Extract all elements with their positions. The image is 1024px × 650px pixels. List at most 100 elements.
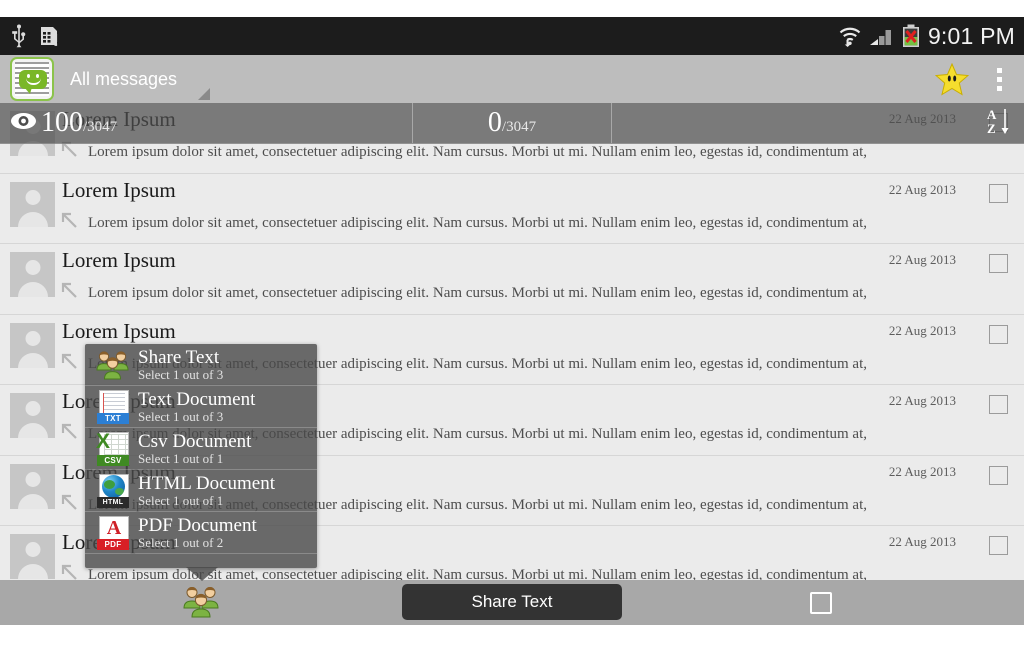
- selection-counter-bar: 100 /3047 0 /3047 A Z: [0, 103, 1024, 144]
- people-group-icon[interactable]: [182, 583, 220, 621]
- svg-text:Z: Z: [987, 121, 996, 135]
- avatar-body: [17, 211, 48, 227]
- popup-item-sublabel: Select 1 out of 3: [138, 366, 224, 382]
- message-checkbox[interactable]: [989, 183, 1008, 203]
- action-bar: All messages: [0, 55, 1024, 103]
- avatar-head: [25, 189, 40, 205]
- message-date: 22 Aug 2013: [888, 322, 956, 338]
- action-bar-title[interactable]: All messages: [70, 69, 177, 90]
- sort-az-icon[interactable]: A Z: [986, 107, 1012, 140]
- popup-menu-item[interactable]: TXT Text Document Select 1 out of 3: [85, 386, 317, 428]
- message-checkbox[interactable]: [989, 536, 1008, 555]
- selected-count-wrap: 100 /3047: [41, 109, 117, 137]
- incoming-arrow-icon: [60, 422, 80, 442]
- message-sender: Lorem Ipsum: [62, 177, 176, 202]
- counter-segment-marked[interactable]: 0 /3047: [412, 103, 612, 143]
- messages-app-icon[interactable]: [10, 57, 54, 101]
- message-date: 22 Aug 2013: [888, 393, 956, 408]
- avatar-head: [25, 260, 40, 275]
- incoming-arrow-icon: [60, 493, 80, 513]
- popup-tail-arrow: [186, 567, 218, 581]
- message-checkbox[interactable]: [989, 254, 1008, 273]
- eye-icon: [10, 112, 41, 135]
- signal-icon: [869, 26, 894, 46]
- avatar-body: [17, 282, 48, 297]
- marked-count: 0: [487, 107, 502, 138]
- incoming-arrow-icon: [60, 352, 80, 372]
- overflow-dot: [997, 85, 1002, 91]
- avatar-body: [17, 493, 48, 509]
- avatar: [10, 252, 55, 297]
- counter-segment-selected[interactable]: 100 /3047: [0, 103, 412, 143]
- counter-segment-sort[interactable]: A Z: [612, 103, 1024, 143]
- incoming-arrow-icon: [60, 281, 80, 301]
- message-date: 22 Aug 2013: [888, 463, 956, 479]
- popup-item-sublabel: Select 1 out of 2: [138, 534, 224, 550]
- message-date: 22 Aug 2013: [888, 534, 956, 549]
- avatar: [10, 534, 55, 579]
- avatar-head: [25, 330, 40, 346]
- popup-menu-item[interactable]: HTML HTML Document Select 1 out of 1: [85, 470, 317, 512]
- message-preview: Lorem ipsum dolor sit amet, consectetuer…: [88, 285, 868, 301]
- popup-item-sublabel: Select 1 out of 1: [138, 450, 224, 466]
- txt-document-icon: TXT: [93, 388, 133, 426]
- message-checkbox[interactable]: [989, 465, 1008, 485]
- message-date: 22 Aug 2013: [888, 252, 956, 267]
- star-icon[interactable]: [935, 62, 969, 96]
- popup-item-label: HTML Document: [138, 472, 276, 494]
- popup-item-label: PDF Document: [138, 514, 257, 536]
- avatar-body: [17, 423, 48, 438]
- status-bar-left-icons: [0, 24, 61, 48]
- popup-menu-item[interactable]: Share Text Select 1 out of 3: [85, 344, 317, 386]
- avatar-body: [17, 564, 48, 579]
- people-group-icon: [93, 346, 133, 384]
- popup-item-text: Csv Document Select 1 out of 1: [138, 432, 251, 466]
- message-preview: Lorem ipsum dolor sit amet, consectetuer…: [88, 214, 868, 231]
- popup-menu-item[interactable]: X CSV Csv Document Select 1 out of 1: [85, 428, 317, 470]
- message-date: 22 Aug 2013: [888, 181, 956, 197]
- popup-item-sublabel: Select 1 out of 3: [138, 408, 224, 424]
- incoming-arrow-icon: [60, 563, 80, 580]
- wifi-icon: [837, 25, 863, 47]
- share-text-button-label: Share Text: [471, 592, 553, 611]
- message-checkbox[interactable]: [989, 324, 1008, 344]
- message-checkbox[interactable]: [989, 395, 1008, 414]
- popup-item-text: Share Text Select 1 out of 3: [138, 348, 223, 382]
- usb-icon: [9, 24, 29, 48]
- status-bar: 9:01 PM: [0, 17, 1024, 55]
- popup-menu-item[interactable]: A PDF PDF Document Select 1 out of 2: [85, 512, 317, 554]
- share-text-button[interactable]: Share Text: [402, 584, 622, 620]
- selected-count: 100: [41, 107, 83, 138]
- avatar: [10, 322, 55, 368]
- popup-item-text: Text Document Select 1 out of 3: [138, 390, 255, 424]
- share-popup-menu[interactable]: Share Text Select 1 out of 3 TXT Text Docum…: [85, 344, 317, 568]
- popup-item-sublabel: Select 1 out of 1: [138, 492, 224, 508]
- bottom-bar: Share Text: [0, 580, 1024, 625]
- marked-count-wrap: 0 /3047: [488, 109, 536, 137]
- selected-total: /3047: [83, 119, 118, 135]
- svg-text:A: A: [987, 107, 997, 122]
- avatar: [10, 393, 55, 438]
- message-sender: Lorem Ipsum: [62, 318, 176, 343]
- message-row[interactable]: Lorem Ipsum Lorem ipsum dolor sit amet, c…: [0, 244, 1024, 315]
- popup-item-label: Share Text: [138, 346, 220, 368]
- avatar-head: [25, 471, 40, 487]
- avatar-head: [25, 401, 40, 416]
- overflow-menu-icon[interactable]: [989, 65, 1010, 94]
- overflow-dot: [997, 67, 1002, 73]
- avatar: [10, 181, 55, 227]
- popup-item-text: PDF Document Select 1 out of 2: [138, 516, 257, 550]
- message-sender: Lorem Ipsum: [62, 248, 176, 272]
- recents-square-icon[interactable]: [810, 592, 832, 614]
- popup-item-label: Csv Document: [138, 430, 252, 452]
- popup-item-text: HTML Document Select 1 out of 1: [138, 474, 275, 508]
- marked-total: /3047: [501, 119, 537, 135]
- popup-item-label: Text Document: [138, 388, 256, 410]
- message-row[interactable]: Lorem Ipsum Lorem ipsum dolor sit amet, c…: [0, 173, 1024, 244]
- spinner-caret-icon[interactable]: [198, 88, 210, 100]
- html-document-icon: HTML: [93, 472, 133, 510]
- people-group-icon: [95, 348, 131, 382]
- popup-bottom-padding: [85, 554, 317, 568]
- pdf-document-icon: A PDF: [93, 514, 133, 552]
- incoming-arrow-icon: [60, 211, 80, 231]
